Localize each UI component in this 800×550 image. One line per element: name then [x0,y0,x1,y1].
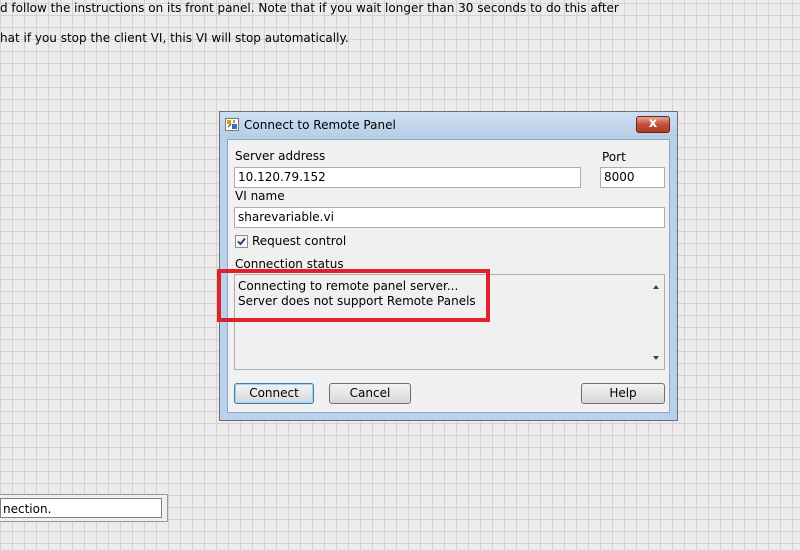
connect-button[interactable]: Connect [234,383,314,404]
port-input[interactable]: 8000 [600,167,665,188]
dialog-titlebar[interactable]: Connect to Remote Panel x [220,112,677,138]
port-label: Port [602,150,626,164]
cancel-button[interactable]: Cancel [329,383,411,404]
instructions-text-line-2: hat if you stop the client VI, this VI w… [0,31,349,45]
close-icon: x [648,116,658,131]
status-indicator: nection. [0,494,168,522]
checkbox-check-icon [237,237,246,246]
dialog-title: Connect to Remote Panel [244,118,396,132]
vi-name-input[interactable]: sharevariable.vi [234,207,665,228]
scroll-up-icon[interactable] [653,285,659,289]
connect-remote-panel-dialog: Connect to Remote Panel x Server address… [219,111,678,421]
annotation-highlight-box [217,269,490,322]
request-control-checkbox[interactable] [235,235,248,248]
instructions-text-line-1: d follow the instructions on its front p… [0,1,619,15]
scroll-down-icon[interactable] [653,356,659,360]
close-button[interactable]: x [636,116,670,133]
vi-name-label: VI name [235,189,285,203]
app-icon [225,118,239,131]
help-button[interactable]: Help [581,383,665,404]
server-address-input[interactable]: 10.120.79.152 [234,167,581,188]
status-indicator-text: nection. [0,498,162,518]
request-control-label[interactable]: Request control [252,234,346,248]
server-address-label: Server address [235,149,326,163]
